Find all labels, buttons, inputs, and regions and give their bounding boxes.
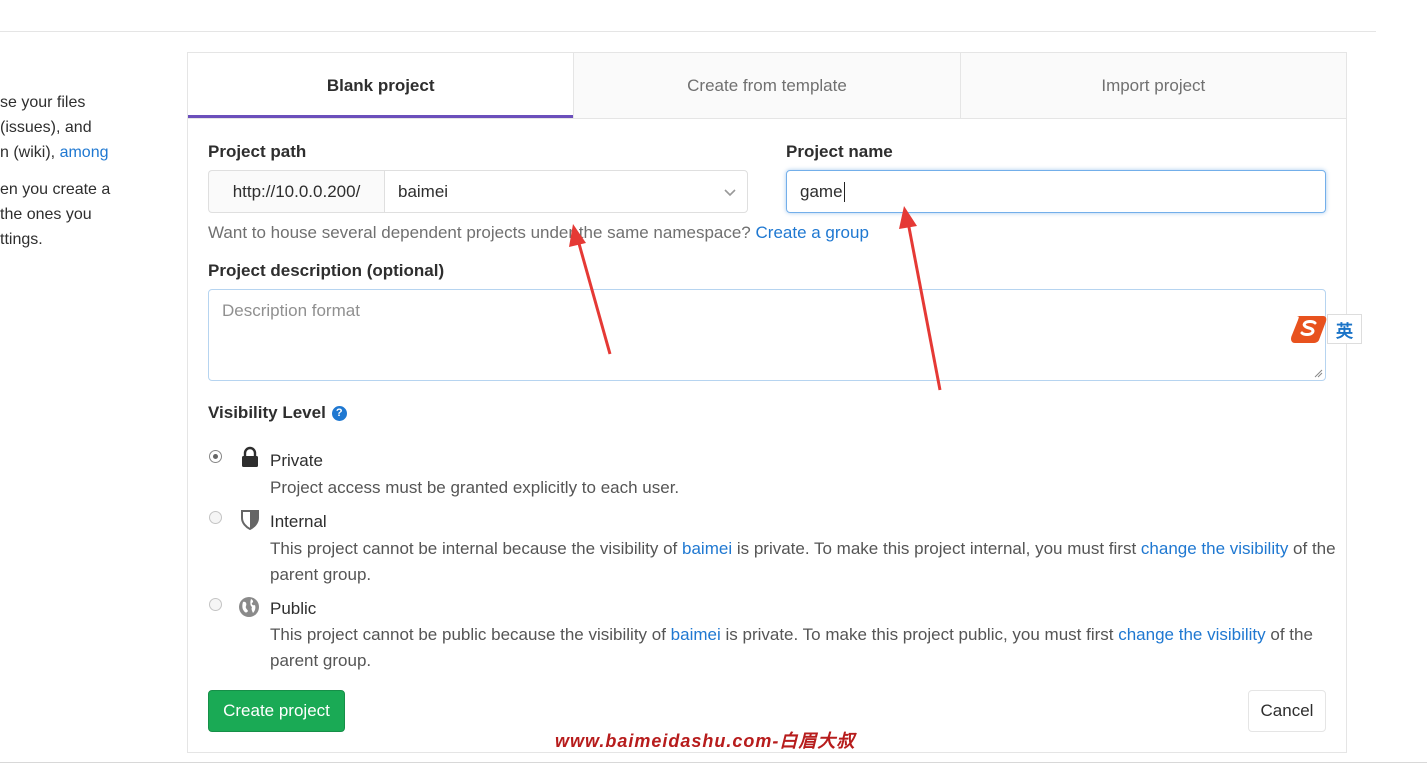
ime-indicator[interactable]: 英 bbox=[1287, 312, 1362, 344]
info-line: n (wiki), bbox=[0, 144, 60, 161]
shield-icon bbox=[241, 510, 259, 530]
chevron-down-icon bbox=[723, 185, 737, 202]
description-placeholder: Description format bbox=[222, 301, 360, 320]
description-textarea[interactable]: Description format bbox=[208, 289, 1326, 381]
namespace-select[interactable]: baimei bbox=[384, 170, 748, 213]
info-line: the ones you bbox=[0, 206, 92, 223]
lock-icon bbox=[242, 446, 258, 467]
info-paragraph-2: en you create a the ones you ttings. bbox=[0, 177, 130, 252]
bottom-divider bbox=[0, 762, 1427, 763]
project-tabs: Blank project Create from template Impor… bbox=[188, 53, 1346, 119]
description-label: Project description (optional) bbox=[208, 261, 445, 280]
resize-handle-icon[interactable] bbox=[1314, 369, 1323, 378]
internal-description: This project cannot be internal because … bbox=[270, 536, 1340, 588]
internal-change-visibility-link[interactable]: change the visibility bbox=[1141, 539, 1288, 558]
help-text: Want to house several dependent projects… bbox=[208, 223, 756, 242]
url-prefix: http://10.0.0.200/ bbox=[208, 170, 384, 213]
project-name-label: Project name bbox=[786, 142, 893, 161]
public-text: This project cannot be public because th… bbox=[270, 625, 671, 644]
globe-icon bbox=[239, 597, 259, 617]
internal-text: This project cannot be internal because … bbox=[270, 539, 683, 558]
tab-import-project[interactable]: Import project bbox=[959, 53, 1346, 118]
internal-baimei-link[interactable]: baimei bbox=[682, 539, 732, 558]
public-description: This project cannot be public because th… bbox=[270, 622, 1340, 674]
tab-create-from-template[interactable]: Create from template bbox=[573, 53, 960, 118]
project-name-value: game bbox=[800, 181, 843, 201]
info-paragraph-1: se your files (issues), and n (wiki), am… bbox=[0, 90, 130, 165]
text-caret bbox=[843, 181, 845, 202]
left-info-text: se your files (issues), and n (wiki), am… bbox=[0, 90, 130, 264]
namespace-help-text: Want to house several dependent projects… bbox=[208, 223, 869, 243]
namespace-value: baimei bbox=[398, 181, 449, 201]
internal-title: Internal bbox=[270, 512, 327, 531]
project-path-label: Project path bbox=[208, 142, 307, 161]
public-title: Public bbox=[270, 599, 317, 618]
public-radio[interactable] bbox=[209, 598, 222, 611]
info-line: se your files bbox=[0, 94, 86, 111]
sogou-logo-icon bbox=[1291, 316, 1327, 343]
public-baimei-link[interactable]: baimei bbox=[671, 625, 721, 644]
question-icon[interactable]: ? bbox=[331, 405, 347, 421]
public-change-visibility-link[interactable]: change the visibility bbox=[1118, 625, 1265, 644]
tab-blank-project[interactable]: Blank project bbox=[188, 53, 574, 118]
project-name-input[interactable]: game bbox=[786, 170, 1326, 213]
public-text: is private. To make this project public,… bbox=[720, 625, 1119, 644]
create-project-button[interactable]: Create project bbox=[208, 690, 345, 732]
info-line: (issues), and bbox=[0, 119, 92, 136]
among-link[interactable]: among bbox=[60, 144, 109, 161]
info-line: en you create a bbox=[0, 181, 111, 198]
private-title: Private bbox=[270, 451, 323, 470]
top-divider bbox=[0, 31, 1376, 32]
private-radio[interactable] bbox=[209, 450, 222, 463]
new-project-panel: Blank project Create from template Impor… bbox=[187, 52, 1347, 753]
create-group-link[interactable]: Create a group bbox=[756, 223, 869, 242]
cancel-button[interactable]: Cancel bbox=[1248, 690, 1326, 732]
visibility-label-text: Visibility Level bbox=[208, 403, 326, 422]
visibility-level-label: Visibility Level ? bbox=[208, 403, 347, 423]
ime-language-label: 英 bbox=[1327, 314, 1362, 344]
internal-radio[interactable] bbox=[209, 511, 222, 524]
internal-text: is private. To make this project interna… bbox=[732, 539, 1141, 558]
watermark: www.baimeidashu.com-白眉大叔 bbox=[555, 731, 856, 751]
info-line: ttings. bbox=[0, 231, 43, 248]
private-description: Project access must be granted explicitl… bbox=[270, 478, 680, 497]
